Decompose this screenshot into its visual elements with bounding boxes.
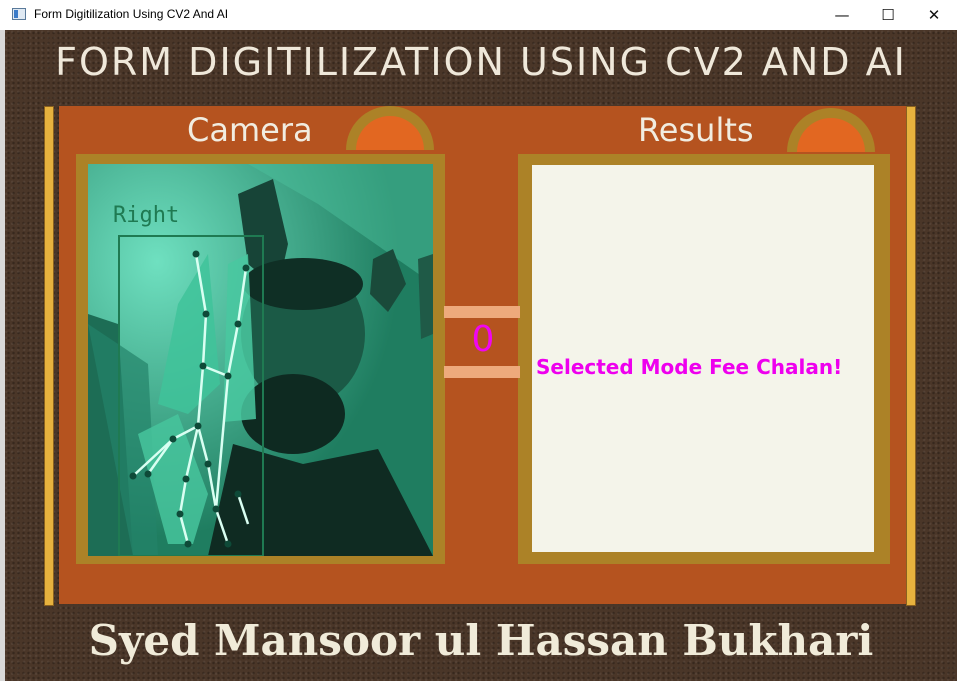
- connector-bar-bottom: [444, 366, 520, 378]
- minimize-button[interactable]: —: [819, 0, 865, 30]
- author-footer: Syed Mansoor ul Hassan Bukhari: [88, 616, 874, 665]
- results-label: Results: [638, 111, 754, 149]
- window-title: Form Digitilization Using CV2 And AI: [34, 7, 229, 21]
- window-titlebar: Form Digitilization Using CV2 And AI — ☐…: [0, 0, 957, 31]
- hand-label: Right: [113, 203, 179, 228]
- camera-feed: Right: [88, 164, 433, 556]
- left-post: [44, 106, 54, 606]
- app-window-icon: [12, 8, 26, 20]
- maximize-button[interactable]: ☐: [865, 0, 911, 30]
- main-heading: FORM DIGITILIZATION USING CV2 AND AI: [55, 40, 907, 84]
- mode-status-text: Selected Mode Fee Chalan!: [536, 355, 843, 379]
- mode-value: 0: [471, 319, 495, 360]
- camera-frame: Right: [76, 154, 445, 564]
- connector-bar-top: [444, 306, 520, 318]
- right-post: [906, 106, 916, 606]
- camera-label: Camera: [187, 111, 313, 149]
- close-button[interactable]: ✕: [911, 0, 957, 30]
- app-canvas: FORM DIGITILIZATION USING CV2 AND AI Cam…: [5, 30, 957, 681]
